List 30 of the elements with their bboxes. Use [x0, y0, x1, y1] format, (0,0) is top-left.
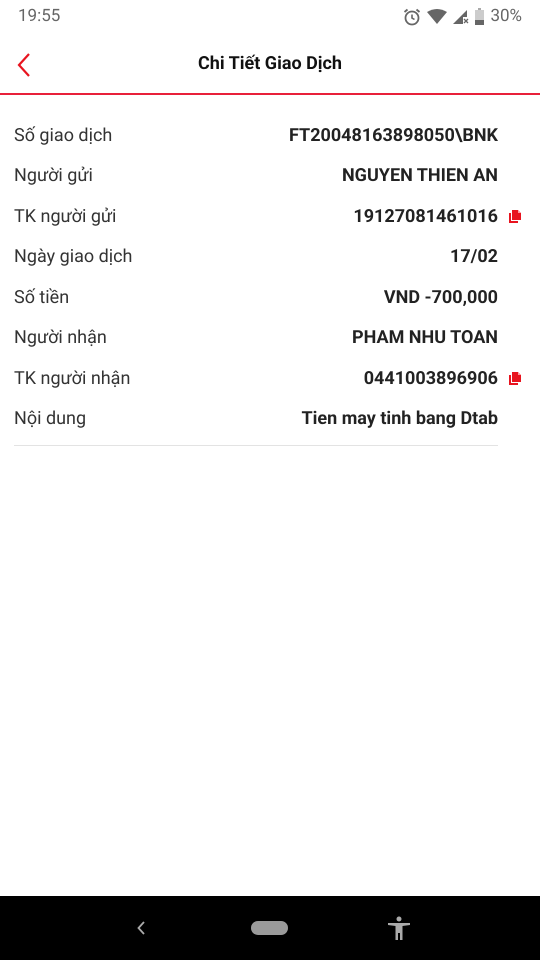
wifi-icon [427, 8, 448, 24]
back-icon [17, 53, 31, 77]
detail-label: Người gửi [14, 164, 93, 188]
home-button[interactable] [251, 921, 288, 935]
signal-icon [453, 8, 470, 24]
detail-label: TK người nhận [14, 366, 130, 391]
detail-value: VND -700,000 [384, 286, 498, 310]
detail-value: NGUYEN THIEN AN [342, 164, 498, 188]
page-title: Chi Tiết Giao Dịch [198, 52, 342, 76]
status-time: 19:55 [18, 4, 60, 28]
detail-value: 17/02 [450, 245, 498, 270]
detail-label: Ngày giao dịch [14, 245, 132, 270]
detail-value: 19127081461016 [353, 204, 498, 229]
detail-value: FT20048163898050\BNK [288, 124, 498, 148]
battery-percentage: 30% [490, 4, 522, 28]
back-icon [136, 921, 146, 935]
detail-label: Số tiền [14, 286, 70, 310]
detail-value: PHAM NHU TOAN [352, 326, 498, 350]
alarm-icon [403, 8, 422, 26]
accessibility-icon [388, 916, 410, 940]
detail-label: TK người gửi [14, 204, 116, 229]
battery-icon [475, 8, 484, 25]
detail-value: 0441003896906 [364, 366, 498, 391]
detail-label: Số giao dịch [14, 124, 112, 148]
copy-icon[interactable] [508, 370, 522, 386]
detail-label: Nội dung [14, 407, 86, 432]
accessibility-button[interactable] [386, 916, 411, 940]
copy-icon[interactable] [508, 208, 522, 224]
detail-value: Tien may tinh bang Dtab [302, 407, 498, 432]
detail-label: Người nhận [14, 326, 107, 350]
